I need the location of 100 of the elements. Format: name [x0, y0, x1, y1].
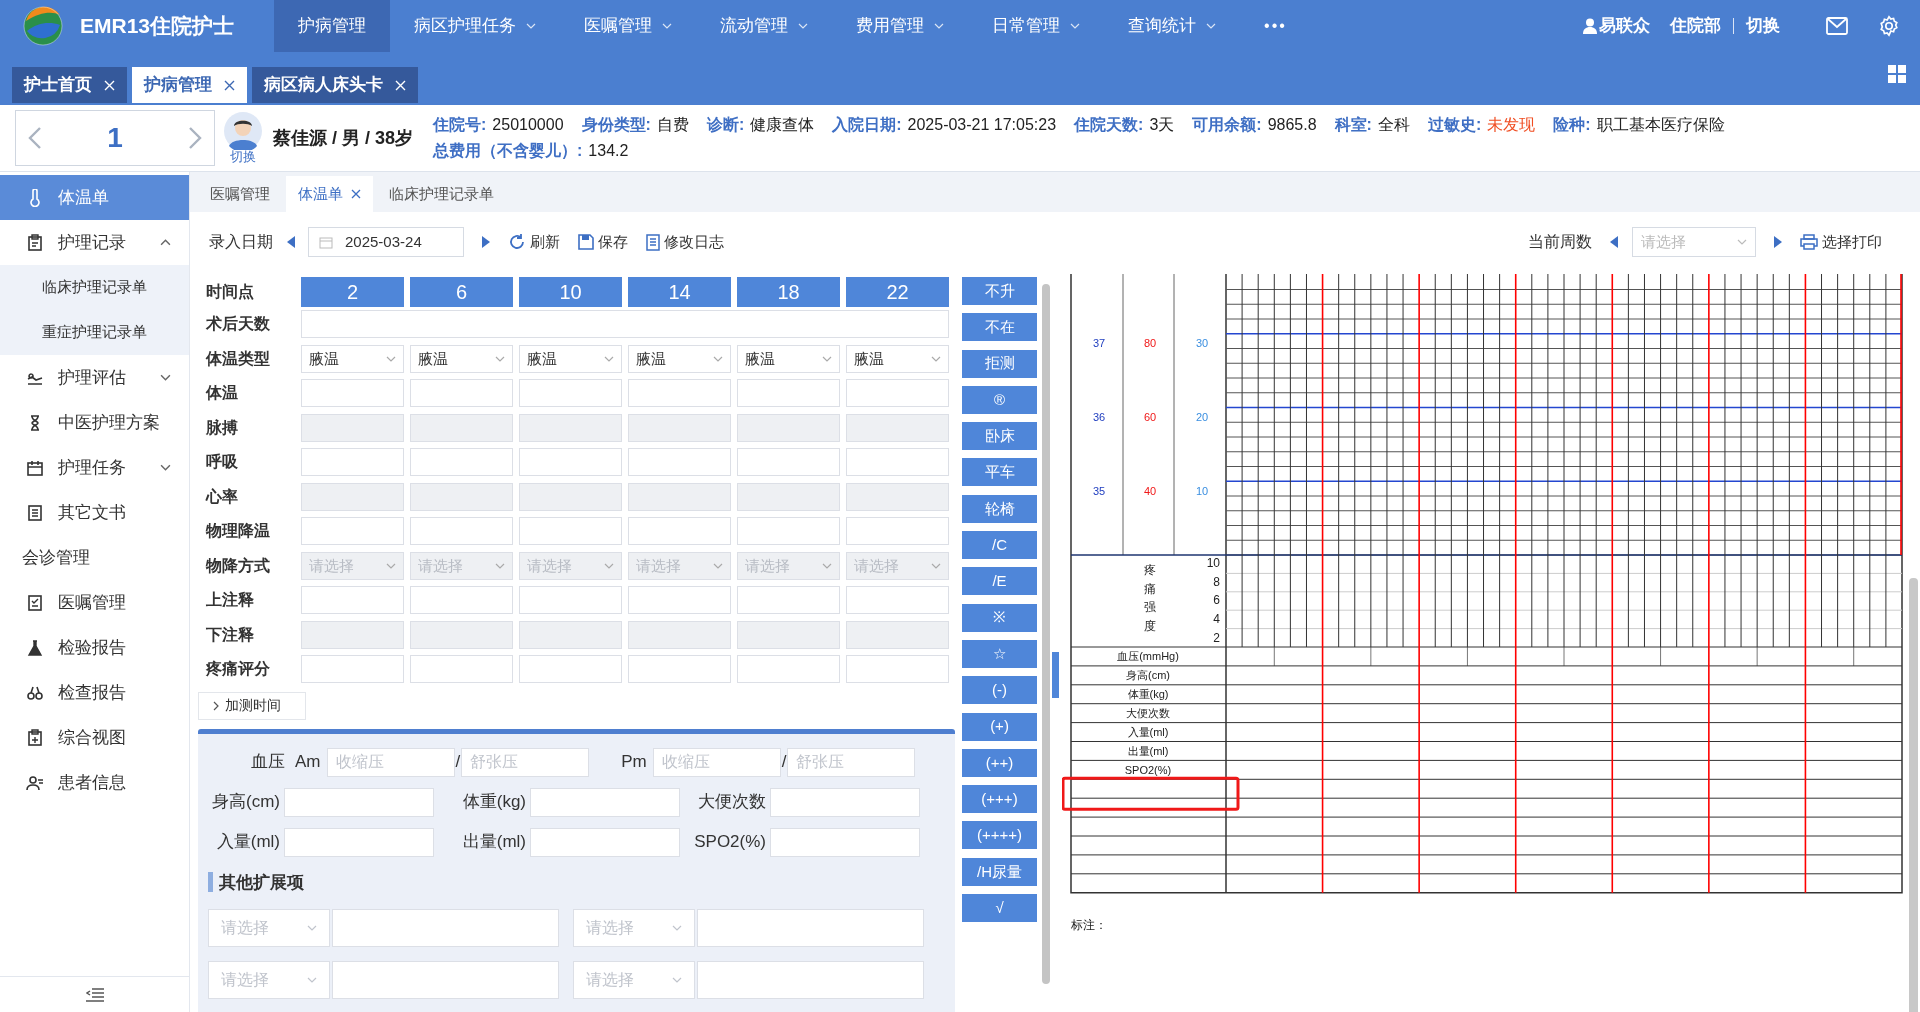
- symbol-button[interactable]: /H尿量: [962, 857, 1037, 886]
- input-field[interactable]: [697, 961, 924, 999]
- user-button[interactable]: 易联众: [1583, 13, 1650, 39]
- previous-icon[interactable]: [1610, 236, 1618, 248]
- input-field[interactable]: [284, 827, 434, 857]
- symbol-button[interactable]: ®: [962, 385, 1037, 414]
- select-field[interactable]: 腋温: [301, 344, 404, 373]
- input-field[interactable]: [737, 517, 840, 546]
- input-field[interactable]: [301, 448, 404, 477]
- input-field[interactable]: [846, 655, 949, 684]
- symbol-button[interactable]: /E: [962, 567, 1037, 596]
- input-field[interactable]: [846, 379, 949, 408]
- input-field[interactable]: [530, 787, 680, 817]
- mail-icon[interactable]: [1826, 17, 1848, 35]
- input-field[interactable]: [770, 827, 920, 857]
- scrollbar-thumb[interactable]: [1042, 284, 1050, 984]
- chevron-right-icon[interactable]: [188, 126, 202, 150]
- sidebar-item[interactable]: 护理任务: [0, 445, 189, 490]
- add-time-button[interactable]: 加测时间: [198, 691, 306, 720]
- input-field[interactable]: [628, 586, 731, 615]
- grid-icon[interactable]: [1888, 65, 1906, 83]
- more-button[interactable]: •••: [1240, 0, 1311, 52]
- input-field[interactable]: [301, 586, 404, 615]
- sidebar-item[interactable]: 医嘱管理: [0, 580, 189, 625]
- sidebar-item[interactable]: 综合视图: [0, 715, 189, 760]
- print-button[interactable]: 选择打印: [1800, 230, 1882, 254]
- nav-menu-item[interactable]: 费用管理: [832, 0, 969, 52]
- symbol-button[interactable]: ※: [962, 603, 1037, 632]
- input-field[interactable]: [737, 379, 840, 408]
- input-field[interactable]: [410, 517, 513, 546]
- settings-icon[interactable]: [1878, 15, 1900, 37]
- time-button[interactable]: 6: [410, 277, 513, 307]
- input-field[interactable]: [697, 909, 924, 947]
- sidebar-item[interactable]: 体温单: [0, 175, 189, 220]
- sidebar-subitem[interactable]: 重症护理记录单: [0, 310, 189, 355]
- switch-link[interactable]: 切换: [1746, 13, 1780, 39]
- symbol-button[interactable]: 卧床: [962, 422, 1037, 451]
- input-field[interactable]: [519, 448, 622, 477]
- symbol-button[interactable]: /C: [962, 531, 1037, 560]
- nav-menu-item[interactable]: 流动管理: [696, 0, 833, 52]
- input-field[interactable]: [284, 787, 434, 817]
- document-tab[interactable]: 医嘱管理: [198, 176, 282, 212]
- next-icon[interactable]: [1774, 236, 1782, 248]
- input-field[interactable]: [301, 379, 404, 408]
- date-field[interactable]: 2025-03-24: [308, 227, 464, 257]
- select-field[interactable]: 腋温: [519, 344, 622, 373]
- page-tab[interactable]: 护士首页: [12, 67, 127, 103]
- scrollbar-thumb[interactable]: [1909, 578, 1918, 1012]
- input-field[interactable]: [846, 517, 949, 546]
- nav-menu-item[interactable]: 病区护理任务: [390, 0, 561, 52]
- page-tab[interactable]: 病区病人床头卡: [252, 67, 418, 103]
- switch-link[interactable]: 切换: [230, 150, 256, 164]
- sidebar-item[interactable]: 中医护理方案: [0, 400, 189, 445]
- sidebar-item[interactable]: 其它文书: [0, 490, 189, 535]
- page-tab[interactable]: 护病管理: [132, 67, 247, 103]
- symbol-button[interactable]: 轮椅: [962, 494, 1037, 523]
- input-field[interactable]: [410, 655, 513, 684]
- select-field[interactable]: 腋温: [410, 344, 513, 373]
- sidebar-subitem[interactable]: 临床护理记录单: [0, 265, 189, 310]
- save-button[interactable]: 保存: [578, 230, 628, 254]
- nav-menu-item[interactable]: 医嘱管理: [560, 0, 697, 52]
- input-field[interactable]: [737, 448, 840, 477]
- input-field[interactable]: [530, 827, 680, 857]
- input-field[interactable]: [846, 586, 949, 615]
- close-icon[interactable]: [351, 189, 361, 199]
- sidebar-item[interactable]: 护理记录: [0, 220, 189, 265]
- input-field[interactable]: [519, 517, 622, 546]
- time-button[interactable]: 18: [737, 277, 840, 307]
- symbol-button[interactable]: 拒测: [962, 349, 1037, 378]
- symbol-button[interactable]: (+++): [962, 785, 1037, 814]
- input-field[interactable]: [770, 787, 920, 817]
- collapse-menu-icon[interactable]: [85, 987, 104, 1002]
- department-link[interactable]: 住院部: [1670, 13, 1721, 39]
- nav-menu-item[interactable]: 查询统计: [1104, 0, 1241, 52]
- input-field[interactable]: [332, 961, 559, 999]
- input-field[interactable]: [519, 655, 622, 684]
- symbol-button[interactable]: √: [962, 894, 1037, 923]
- input-field[interactable]: [628, 517, 731, 546]
- symbol-button[interactable]: (+): [962, 712, 1037, 741]
- input-field[interactable]: [628, 379, 731, 408]
- time-button[interactable]: 22: [846, 277, 949, 307]
- previous-icon[interactable]: [287, 236, 295, 248]
- nav-menu-item[interactable]: 护病管理: [274, 0, 391, 52]
- close-icon[interactable]: [224, 79, 235, 91]
- input-field[interactable]: [332, 909, 559, 947]
- document-tab[interactable]: 体温单: [286, 176, 373, 212]
- input-field[interactable]: [628, 655, 731, 684]
- symbol-button[interactable]: (++++): [962, 821, 1037, 850]
- sidebar-item[interactable]: 检验报告: [0, 625, 189, 670]
- next-icon[interactable]: [482, 236, 490, 248]
- input-field[interactable]: [846, 448, 949, 477]
- input-field[interactable]: [410, 586, 513, 615]
- symbol-button[interactable]: (-): [962, 676, 1037, 705]
- input-field[interactable]: [737, 655, 840, 684]
- input-field[interactable]: [301, 517, 404, 546]
- symbol-button[interactable]: (++): [962, 748, 1037, 777]
- select-field[interactable]: 腋温: [846, 344, 949, 373]
- input-field[interactable]: [737, 586, 840, 615]
- sidebar-item[interactable]: 检查报告: [0, 670, 189, 715]
- input-field[interactable]: [519, 586, 622, 615]
